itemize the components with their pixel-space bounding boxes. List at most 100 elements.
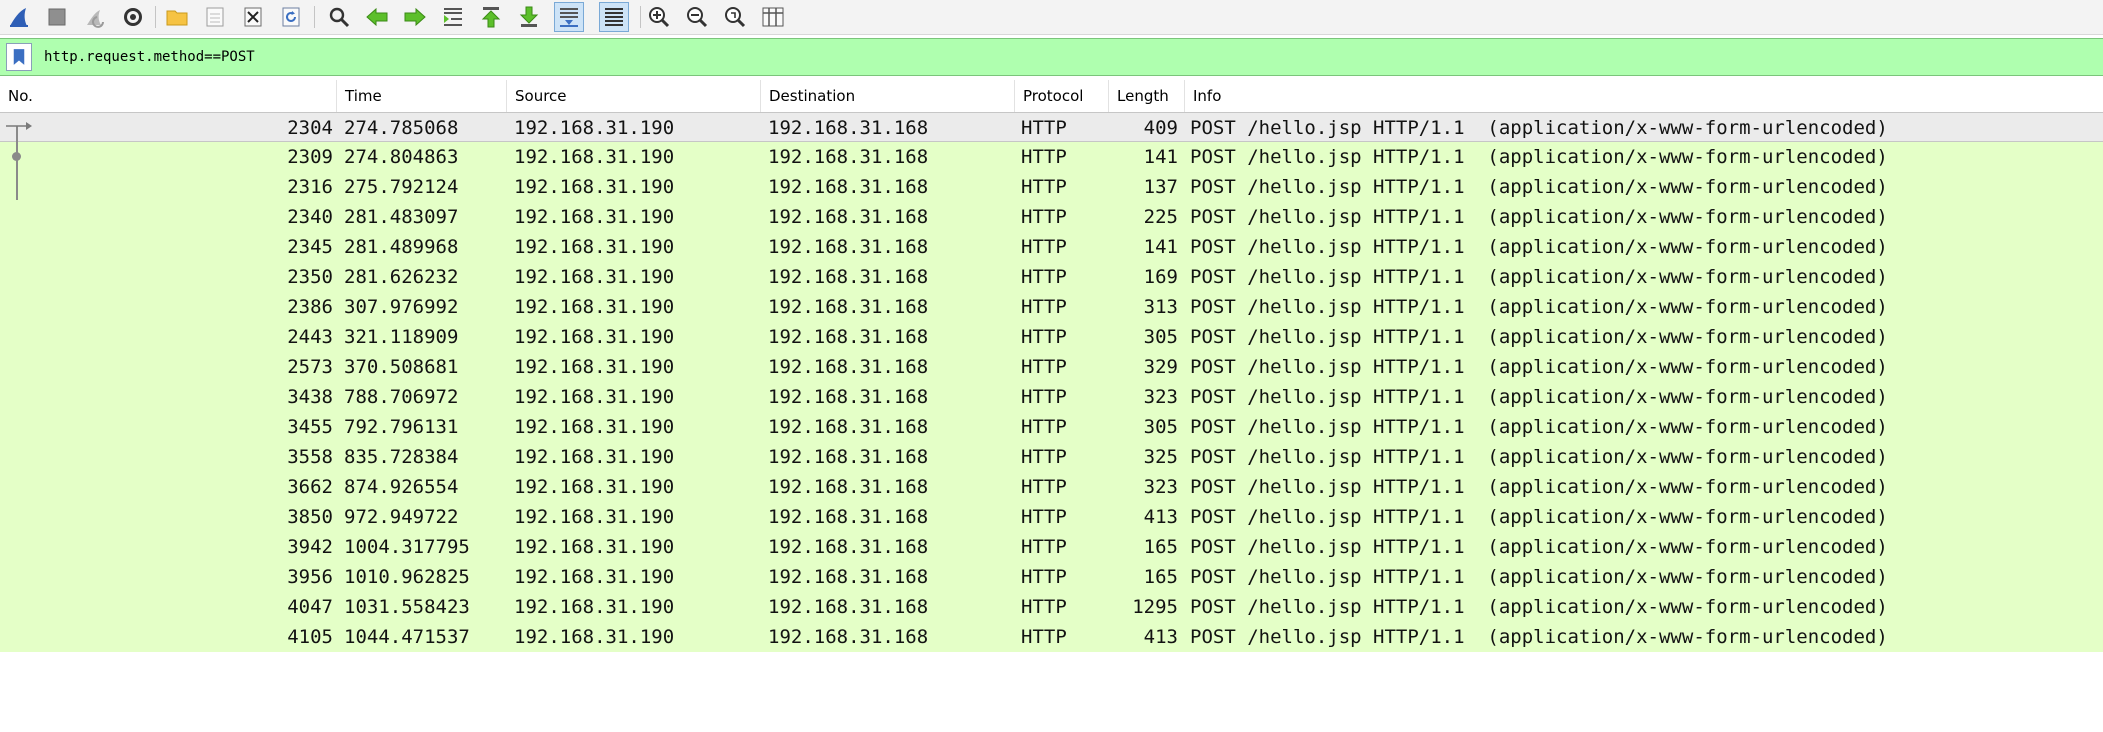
packet-length: 225 bbox=[1143, 206, 1178, 228]
zoom-out-icon[interactable] bbox=[682, 2, 712, 32]
packet-row[interactable]: 2386 307.976992 192.168.31.190 192.168.3… bbox=[0, 292, 2103, 322]
column-header-destination[interactable]: Destination bbox=[761, 80, 1015, 112]
gear-icon[interactable] bbox=[118, 2, 148, 32]
packet-source: 192.168.31.190 bbox=[514, 206, 675, 228]
reload-icon[interactable] bbox=[276, 2, 306, 32]
packet-time: 1031.558423 bbox=[344, 596, 470, 618]
display-filter-input[interactable]: http.request.method==POST bbox=[44, 39, 255, 75]
column-header-time[interactable]: Time bbox=[337, 80, 507, 112]
column-header-source[interactable]: Source bbox=[507, 80, 761, 112]
packet-length: 305 bbox=[1143, 326, 1178, 348]
toolbar-separator bbox=[640, 6, 641, 28]
packet-protocol: HTTP bbox=[1021, 206, 1067, 228]
packet-no: 2345 bbox=[287, 236, 333, 258]
packet-source: 192.168.31.190 bbox=[514, 117, 675, 139]
packet-info: POST /hello.jsp HTTP/1.1 (application/x-… bbox=[1190, 356, 1888, 378]
packet-row[interactable]: 2573 370.508681 192.168.31.190 192.168.3… bbox=[0, 352, 2103, 382]
packet-length: 323 bbox=[1143, 386, 1178, 408]
packet-row[interactable]: 3956 1010.962825 192.168.31.190 192.168.… bbox=[0, 562, 2103, 592]
packet-length: 323 bbox=[1143, 476, 1178, 498]
packet-row[interactable]: 2309 274.804863 192.168.31.190 192.168.3… bbox=[0, 142, 2103, 172]
find-icon[interactable] bbox=[324, 2, 354, 32]
goto-packet-icon[interactable] bbox=[438, 2, 468, 32]
packet-destination: 192.168.31.168 bbox=[768, 476, 929, 498]
column-header-no[interactable]: No. bbox=[0, 80, 337, 112]
packet-time: 1010.962825 bbox=[344, 566, 470, 588]
related-packet-dot-icon bbox=[12, 152, 21, 161]
packet-no: 2340 bbox=[287, 206, 333, 228]
column-header-info[interactable]: Info bbox=[1185, 80, 2103, 112]
packet-row[interactable]: 3455 792.796131 192.168.31.190 192.168.3… bbox=[0, 412, 2103, 442]
resize-columns-icon[interactable] bbox=[758, 2, 788, 32]
autoscroll-icon[interactable] bbox=[554, 2, 584, 32]
packet-protocol: HTTP bbox=[1021, 566, 1067, 588]
stop-icon[interactable] bbox=[42, 2, 72, 32]
packet-info: POST /hello.jsp HTTP/1.1 (application/x-… bbox=[1190, 206, 1888, 228]
toolbar-separator bbox=[314, 6, 315, 28]
packet-row[interactable]: 2345 281.489968 192.168.31.190 192.168.3… bbox=[0, 232, 2103, 262]
packet-list-header: No. Time Source Destination Protocol Len… bbox=[0, 80, 2103, 113]
packet-source: 192.168.31.190 bbox=[514, 506, 675, 528]
packet-info: POST /hello.jsp HTTP/1.1 (application/x-… bbox=[1190, 476, 1888, 498]
packet-source: 192.168.31.190 bbox=[514, 476, 675, 498]
restart-icon[interactable] bbox=[80, 2, 110, 32]
packet-protocol: HTTP bbox=[1021, 506, 1067, 528]
packet-time: 835.728384 bbox=[344, 446, 459, 468]
packet-row[interactable]: 4047 1031.558423 192.168.31.190 192.168.… bbox=[0, 592, 2103, 622]
packet-protocol: HTTP bbox=[1021, 117, 1067, 139]
last-packet-icon[interactable] bbox=[514, 2, 544, 32]
packet-time: 281.489968 bbox=[344, 236, 459, 258]
column-header-protocol[interactable]: Protocol bbox=[1015, 80, 1109, 112]
packet-info: POST /hello.jsp HTTP/1.1 (application/x-… bbox=[1190, 326, 1888, 348]
column-header-length[interactable]: Length bbox=[1109, 80, 1185, 112]
close-file-icon[interactable] bbox=[238, 2, 268, 32]
first-packet-icon[interactable] bbox=[476, 2, 506, 32]
packet-destination: 192.168.31.168 bbox=[768, 386, 929, 408]
packet-row[interactable]: 2340 281.483097 192.168.31.190 192.168.3… bbox=[0, 202, 2103, 232]
packet-destination: 192.168.31.168 bbox=[768, 506, 929, 528]
open-folder-icon[interactable] bbox=[162, 2, 192, 32]
packet-row[interactable]: 3438 788.706972 192.168.31.190 192.168.3… bbox=[0, 382, 2103, 412]
packet-time: 274.804863 bbox=[344, 146, 459, 168]
packet-time: 972.949722 bbox=[344, 506, 459, 528]
zoom-normal-icon[interactable] bbox=[720, 2, 750, 32]
packet-length: 305 bbox=[1143, 416, 1178, 438]
packet-protocol: HTTP bbox=[1021, 146, 1067, 168]
packet-info: POST /hello.jsp HTTP/1.1 (application/x-… bbox=[1190, 236, 1888, 258]
packet-row[interactable]: 2350 281.626232 192.168.31.190 192.168.3… bbox=[0, 262, 2103, 292]
packet-info: POST /hello.jsp HTTP/1.1 (application/x-… bbox=[1190, 117, 1888, 139]
back-arrow-icon[interactable] bbox=[362, 2, 392, 32]
packet-destination: 192.168.31.168 bbox=[768, 176, 929, 198]
zoom-in-icon[interactable] bbox=[644, 2, 674, 32]
packet-destination: 192.168.31.168 bbox=[768, 596, 929, 618]
packet-row[interactable]: 4105 1044.471537 192.168.31.190 192.168.… bbox=[0, 622, 2103, 652]
save-file-icon[interactable] bbox=[200, 2, 230, 32]
packet-time: 874.926554 bbox=[344, 476, 459, 498]
packet-length: 165 bbox=[1143, 536, 1178, 558]
shark-fin-icon[interactable] bbox=[4, 2, 34, 32]
packet-row[interactable]: 2443 321.118909 192.168.31.190 192.168.3… bbox=[0, 322, 2103, 352]
packet-row[interactable]: 3662 874.926554 192.168.31.190 192.168.3… bbox=[0, 472, 2103, 502]
toolbar-separator bbox=[155, 6, 156, 28]
packet-destination: 192.168.31.168 bbox=[768, 566, 929, 588]
colorize-icon[interactable] bbox=[599, 2, 629, 32]
packet-no: 3942 bbox=[287, 536, 333, 558]
packet-source: 192.168.31.190 bbox=[514, 146, 675, 168]
filter-bookmark-icon[interactable] bbox=[6, 43, 32, 71]
packet-row[interactable]: 3850 972.949722 192.168.31.190 192.168.3… bbox=[0, 502, 2103, 532]
packet-row[interactable]: 2316 275.792124 192.168.31.190 192.168.3… bbox=[0, 172, 2103, 202]
packet-row[interactable]: 2304 274.785068 192.168.31.190 192.168.3… bbox=[0, 112, 2103, 142]
packet-destination: 192.168.31.168 bbox=[768, 536, 929, 558]
packet-row[interactable]: 3558 835.728384 192.168.31.190 192.168.3… bbox=[0, 442, 2103, 472]
packet-length: 409 bbox=[1143, 117, 1178, 139]
packet-no: 2386 bbox=[287, 296, 333, 318]
packet-source: 192.168.31.190 bbox=[514, 236, 675, 258]
packet-source: 192.168.31.190 bbox=[514, 446, 675, 468]
packet-source: 192.168.31.190 bbox=[514, 596, 675, 618]
forward-arrow-icon[interactable] bbox=[400, 2, 430, 32]
packet-info: POST /hello.jsp HTTP/1.1 (application/x-… bbox=[1190, 626, 1888, 648]
packet-time: 1044.471537 bbox=[344, 626, 470, 648]
packet-source: 192.168.31.190 bbox=[514, 566, 675, 588]
packet-row[interactable]: 3942 1004.317795 192.168.31.190 192.168.… bbox=[0, 532, 2103, 562]
packet-destination: 192.168.31.168 bbox=[768, 266, 929, 288]
